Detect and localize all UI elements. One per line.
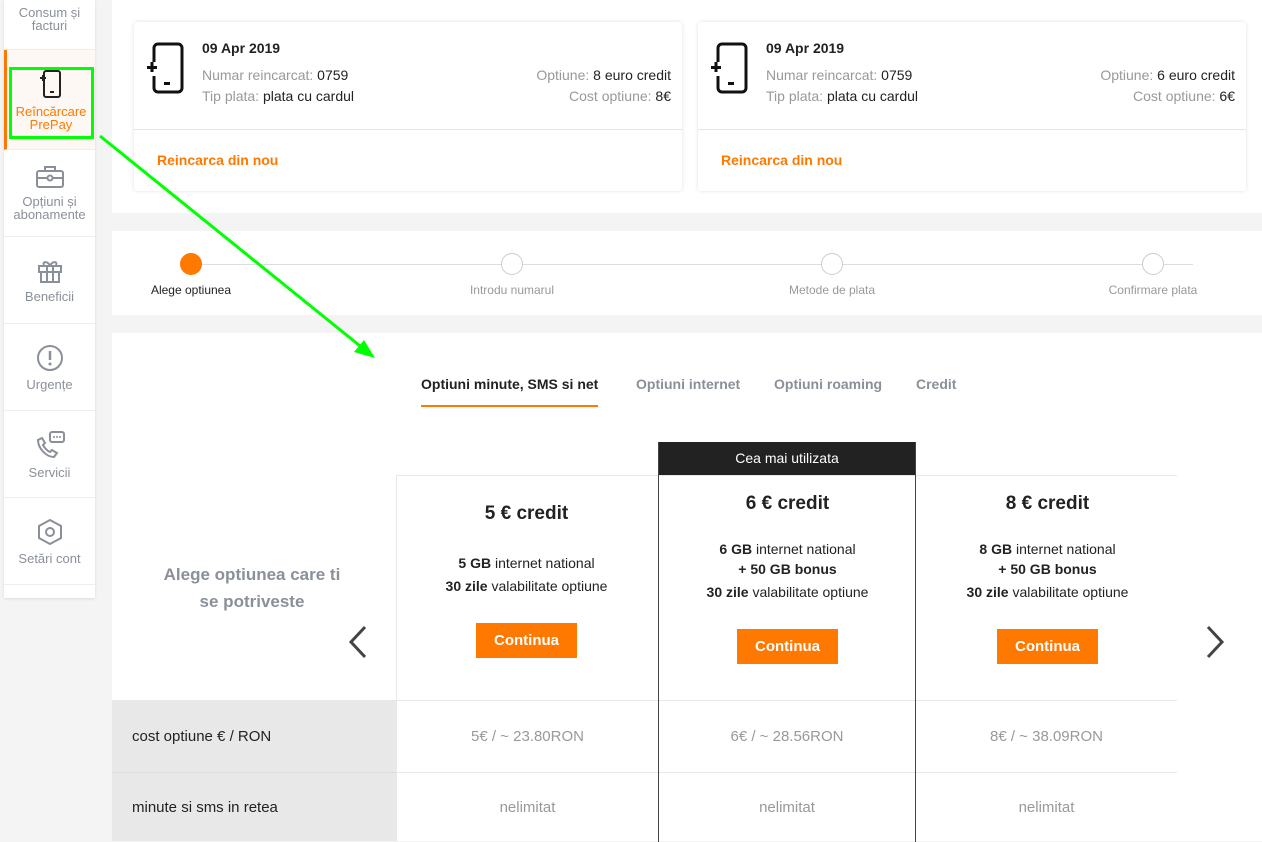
tab-minute-sms-net[interactable]: Optiuni minute, SMS si net	[421, 376, 599, 407]
recharge-again-link[interactable]: Reincarca din nou	[157, 152, 278, 168]
phone-recharge-icon	[146, 42, 184, 94]
step-choose: Alege optiunea	[111, 253, 271, 297]
gift-icon	[37, 260, 62, 283]
sidebar-item-servicii[interactable]: Servicii	[4, 411, 95, 498]
chevron-right-icon[interactable]	[1204, 625, 1226, 659]
choose-text: Alege optiunea care ti se potriveste	[163, 565, 341, 611]
divider	[698, 129, 1246, 130]
tab-internet[interactable]: Optiuni internet	[636, 376, 740, 392]
continue-button[interactable]: Continua	[476, 623, 577, 658]
sidebar-item-beneficii[interactable]: Beneficii	[4, 237, 95, 324]
sidebar-item-urgente[interactable]: Urgențe	[4, 324, 95, 411]
divider	[134, 129, 682, 130]
annotation-highlight-box	[9, 67, 94, 139]
sidebar-item-consum[interactable]: Consum și facturi	[4, 0, 95, 50]
history-panel: 09 Apr 2019 Numar reincarcat: 0759 Tip p…	[112, 0, 1262, 213]
tab-credit[interactable]: Credit	[916, 376, 956, 392]
continue-button[interactable]: Continua	[737, 629, 838, 664]
row-label-cost: cost optiune € / RON	[112, 700, 396, 772]
step-confirm: Confirmare plata	[1073, 253, 1233, 297]
phone-recharge-icon	[710, 42, 748, 94]
settings-icon	[37, 518, 62, 545]
sidebar-item-setari[interactable]: Setări cont	[4, 498, 95, 585]
stepper: Alege optiunea Introdu numarul Metode de…	[112, 231, 1262, 315]
options-panel: Optiuni minute, SMS si net Optiuni inter…	[112, 333, 1262, 842]
continue-button[interactable]: Continua	[997, 629, 1098, 664]
briefcase-icon	[35, 166, 64, 188]
history-card: 09 Apr 2019 Numar reincarcat: 0759 Tip p…	[134, 22, 682, 191]
recharge-again-link[interactable]: Reincarca din nou	[721, 152, 842, 168]
phone-chat-icon	[36, 430, 65, 458]
history-card: 09 Apr 2019 Numar reincarcat: 0759 Tip p…	[698, 22, 1246, 191]
step-payment: Metode de plata	[752, 253, 912, 297]
chevron-left-icon[interactable]	[347, 625, 369, 659]
alert-icon	[36, 344, 63, 371]
tab-roaming[interactable]: Optiuni roaming	[774, 376, 882, 392]
most-used-badge: Cea mai utilizata	[659, 442, 915, 475]
recharged-number: 0759	[317, 67, 349, 83]
row-label-minutes: minute si sms in retea	[112, 772, 396, 841]
sidebar-item-optiuni[interactable]: Opțiuni și abonamente	[4, 150, 95, 237]
step-number: Introdu numarul	[432, 253, 592, 297]
